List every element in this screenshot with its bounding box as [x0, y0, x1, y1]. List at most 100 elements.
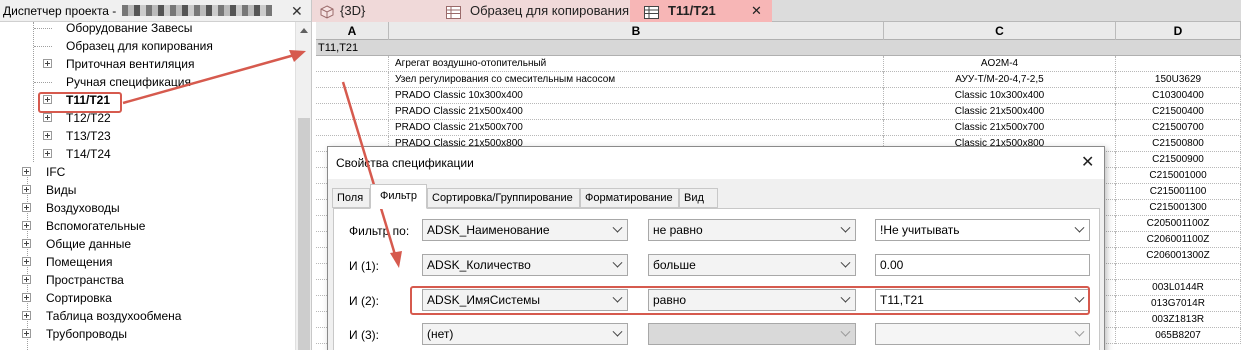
browser-tree-item[interactable]: Сортировка — [0, 289, 295, 307]
browser-scrollbar[interactable] — [295, 22, 311, 350]
browser-tree-item[interactable]: Ручная спецификация — [0, 73, 295, 91]
browser-tree-item[interactable]: Пространства — [0, 271, 295, 289]
table-cell-b[interactable]: PRADO Classic 21x500x700 — [389, 120, 884, 136]
tab-formatting[interactable]: Форматирование — [580, 188, 679, 208]
table-cell-d[interactable]: C21500900 — [1116, 152, 1241, 168]
table-cell-b[interactable]: Агрегат воздушно-отопительный — [389, 56, 884, 72]
table-cell-b[interactable]: PRADO Classic 21x500x400 — [389, 104, 884, 120]
scroll-thumb[interactable] — [298, 118, 310, 350]
close-icon[interactable]: ✕ — [1081, 152, 1094, 172]
expand-icon[interactable] — [43, 149, 52, 158]
table-cell-c[interactable]: AO2M-4 — [884, 56, 1116, 72]
browser-tree-item[interactable]: Образец для копирования — [0, 37, 295, 55]
tab-sample-schedule[interactable]: Образец для копирования — [430, 0, 630, 22]
column-header-c[interactable]: C — [884, 22, 1116, 40]
table-cell-d[interactable]: 003Z1813R — [1116, 312, 1241, 328]
table-cell-d[interactable] — [1116, 264, 1241, 280]
table-cell-d[interactable]: 065B8207 — [1116, 328, 1241, 344]
filter-condition-select[interactable]: больше — [648, 254, 856, 276]
table-cell-c[interactable]: АУУ-Т/М-20-4,7-2,5 — [884, 72, 1116, 88]
table-cell-d[interactable]: C215001100 — [1116, 184, 1241, 200]
tab-appearance[interactable]: Вид — [679, 188, 718, 208]
table-cell-d[interactable] — [1116, 56, 1241, 72]
expand-icon[interactable] — [22, 293, 31, 302]
column-header-a[interactable]: A — [316, 22, 389, 40]
table-cell-d[interactable]: C215001000 — [1116, 168, 1241, 184]
browser-tree-item[interactable]: Трубопроводы — [0, 325, 295, 343]
browser-tree-item[interactable]: Виды — [0, 181, 295, 199]
combo-text: ADSK_Количество — [427, 258, 531, 272]
expand-icon[interactable] — [22, 311, 31, 320]
browser-tree-item[interactable]: Приточная вентиляция — [0, 55, 295, 73]
table-cell-d[interactable]: C21500700 — [1116, 120, 1241, 136]
column-header-b[interactable]: B — [389, 22, 884, 40]
filter-value-select[interactable]: !Не учитывать — [875, 219, 1090, 241]
browser-tree-item[interactable]: IFC — [0, 163, 295, 181]
table-cell-d[interactable]: C205001100Z — [1116, 216, 1241, 232]
table-cell-a[interactable] — [316, 56, 389, 72]
column-header-d[interactable]: D — [1116, 22, 1241, 40]
expand-icon[interactable] — [22, 329, 31, 338]
table-cell-b[interactable]: PRADO Classic 10x300x400 — [389, 88, 884, 104]
filter-field-select[interactable]: (нет) — [422, 323, 628, 345]
browser-tree-item[interactable]: Оборудование Завесы — [0, 19, 295, 37]
combo-text: (нет) — [427, 327, 454, 341]
expand-icon[interactable] — [22, 257, 31, 266]
expand-icon[interactable] — [22, 275, 31, 284]
tab-fields[interactable]: Поля — [332, 188, 370, 208]
expand-icon[interactable] — [22, 203, 31, 212]
chevron-down-icon — [612, 326, 623, 337]
table-row[interactable]: PRADO Classic 21x500x400 Classic 21x500x4… — [316, 104, 1241, 120]
chevron-down-icon — [840, 326, 851, 337]
browser-tree-item[interactable]: Общие данные — [0, 235, 295, 253]
filter-label: Фильтр по: — [349, 224, 410, 238]
table-cell-d[interactable]: 150U3629 — [1116, 72, 1241, 88]
expand-icon[interactable] — [22, 239, 31, 248]
browser-tree-item[interactable]: T14/T24 — [0, 145, 295, 163]
filter-field-select[interactable]: ADSK_Наименование — [422, 219, 628, 241]
table-cell-a[interactable] — [316, 104, 389, 120]
tab-close-icon[interactable]: ✕ — [751, 0, 762, 22]
table-cell-a[interactable] — [316, 120, 389, 136]
browser-tree-item[interactable]: T13/T23 — [0, 127, 295, 145]
table-cell-d[interactable]: C10300400 — [1116, 88, 1241, 104]
table-cell-b[interactable]: Узел регулирования со смесительным насос… — [389, 72, 884, 88]
table-cell-d[interactable]: 003L0144R — [1116, 280, 1241, 296]
table-cell-d[interactable]: C206001300Z — [1116, 248, 1241, 264]
browser-tree-item[interactable]: Воздуховоды — [0, 199, 295, 217]
expand-icon[interactable] — [22, 167, 31, 176]
browser-tree-item[interactable]: Таблица воздухообмена — [0, 307, 295, 325]
table-cell-a[interactable] — [316, 72, 389, 88]
expand-icon[interactable] — [43, 113, 52, 122]
tab-label: Образец для копирования — [470, 3, 630, 18]
table-cell-a[interactable] — [316, 88, 389, 104]
table-cell-d[interactable]: 013G7014R — [1116, 296, 1241, 312]
table-row[interactable]: Агрегат воздушно-отопительный AO2M-4 — [316, 56, 1241, 72]
combo-text: больше — [653, 258, 696, 272]
expand-icon[interactable] — [43, 59, 52, 68]
table-row[interactable]: PRADO Classic 21x500x700 Classic 21x500x7… — [316, 120, 1241, 136]
annotation-box-browser — [38, 92, 122, 113]
tab-3d[interactable]: {3D} — [312, 0, 430, 22]
table-cell-d[interactable]: C21500400 — [1116, 104, 1241, 120]
tab-sorting-grouping[interactable]: Сортировка/Группирование — [427, 188, 580, 208]
filter-value-input[interactable]: 0.00 — [875, 254, 1090, 276]
table-cell-d[interactable]: C21500800 — [1116, 136, 1241, 152]
browser-tree-item[interactable]: Помещения — [0, 253, 295, 271]
expand-icon[interactable] — [43, 131, 52, 140]
filter-field-select[interactable]: ADSK_Количество — [422, 254, 628, 276]
tab-filter[interactable]: Фильтр — [370, 184, 427, 209]
table-row[interactable]: PRADO Classic 10x300x400 Classic 10x300x4… — [316, 88, 1241, 104]
table-cell-c[interactable]: Classic 21x500x700 — [884, 120, 1116, 136]
table-cell-d[interactable]: C206001100Z — [1116, 232, 1241, 248]
table-cell-d[interactable]: C215001300 — [1116, 200, 1241, 216]
table-cell-c[interactable]: Classic 10x300x400 — [884, 88, 1116, 104]
browser-tree-item[interactable]: Вспомогательные — [0, 217, 295, 235]
expand-icon[interactable] — [22, 185, 31, 194]
scroll-up-icon[interactable] — [300, 28, 308, 33]
table-row[interactable]: Узел регулирования со смесительным насос… — [316, 72, 1241, 88]
filter-condition-select[interactable]: не равно — [648, 219, 856, 241]
tab-t11-t21[interactable]: T11/T21 ✕ — [630, 0, 772, 22]
expand-icon[interactable] — [22, 221, 31, 230]
table-cell-c[interactable]: Classic 21x500x400 — [884, 104, 1116, 120]
